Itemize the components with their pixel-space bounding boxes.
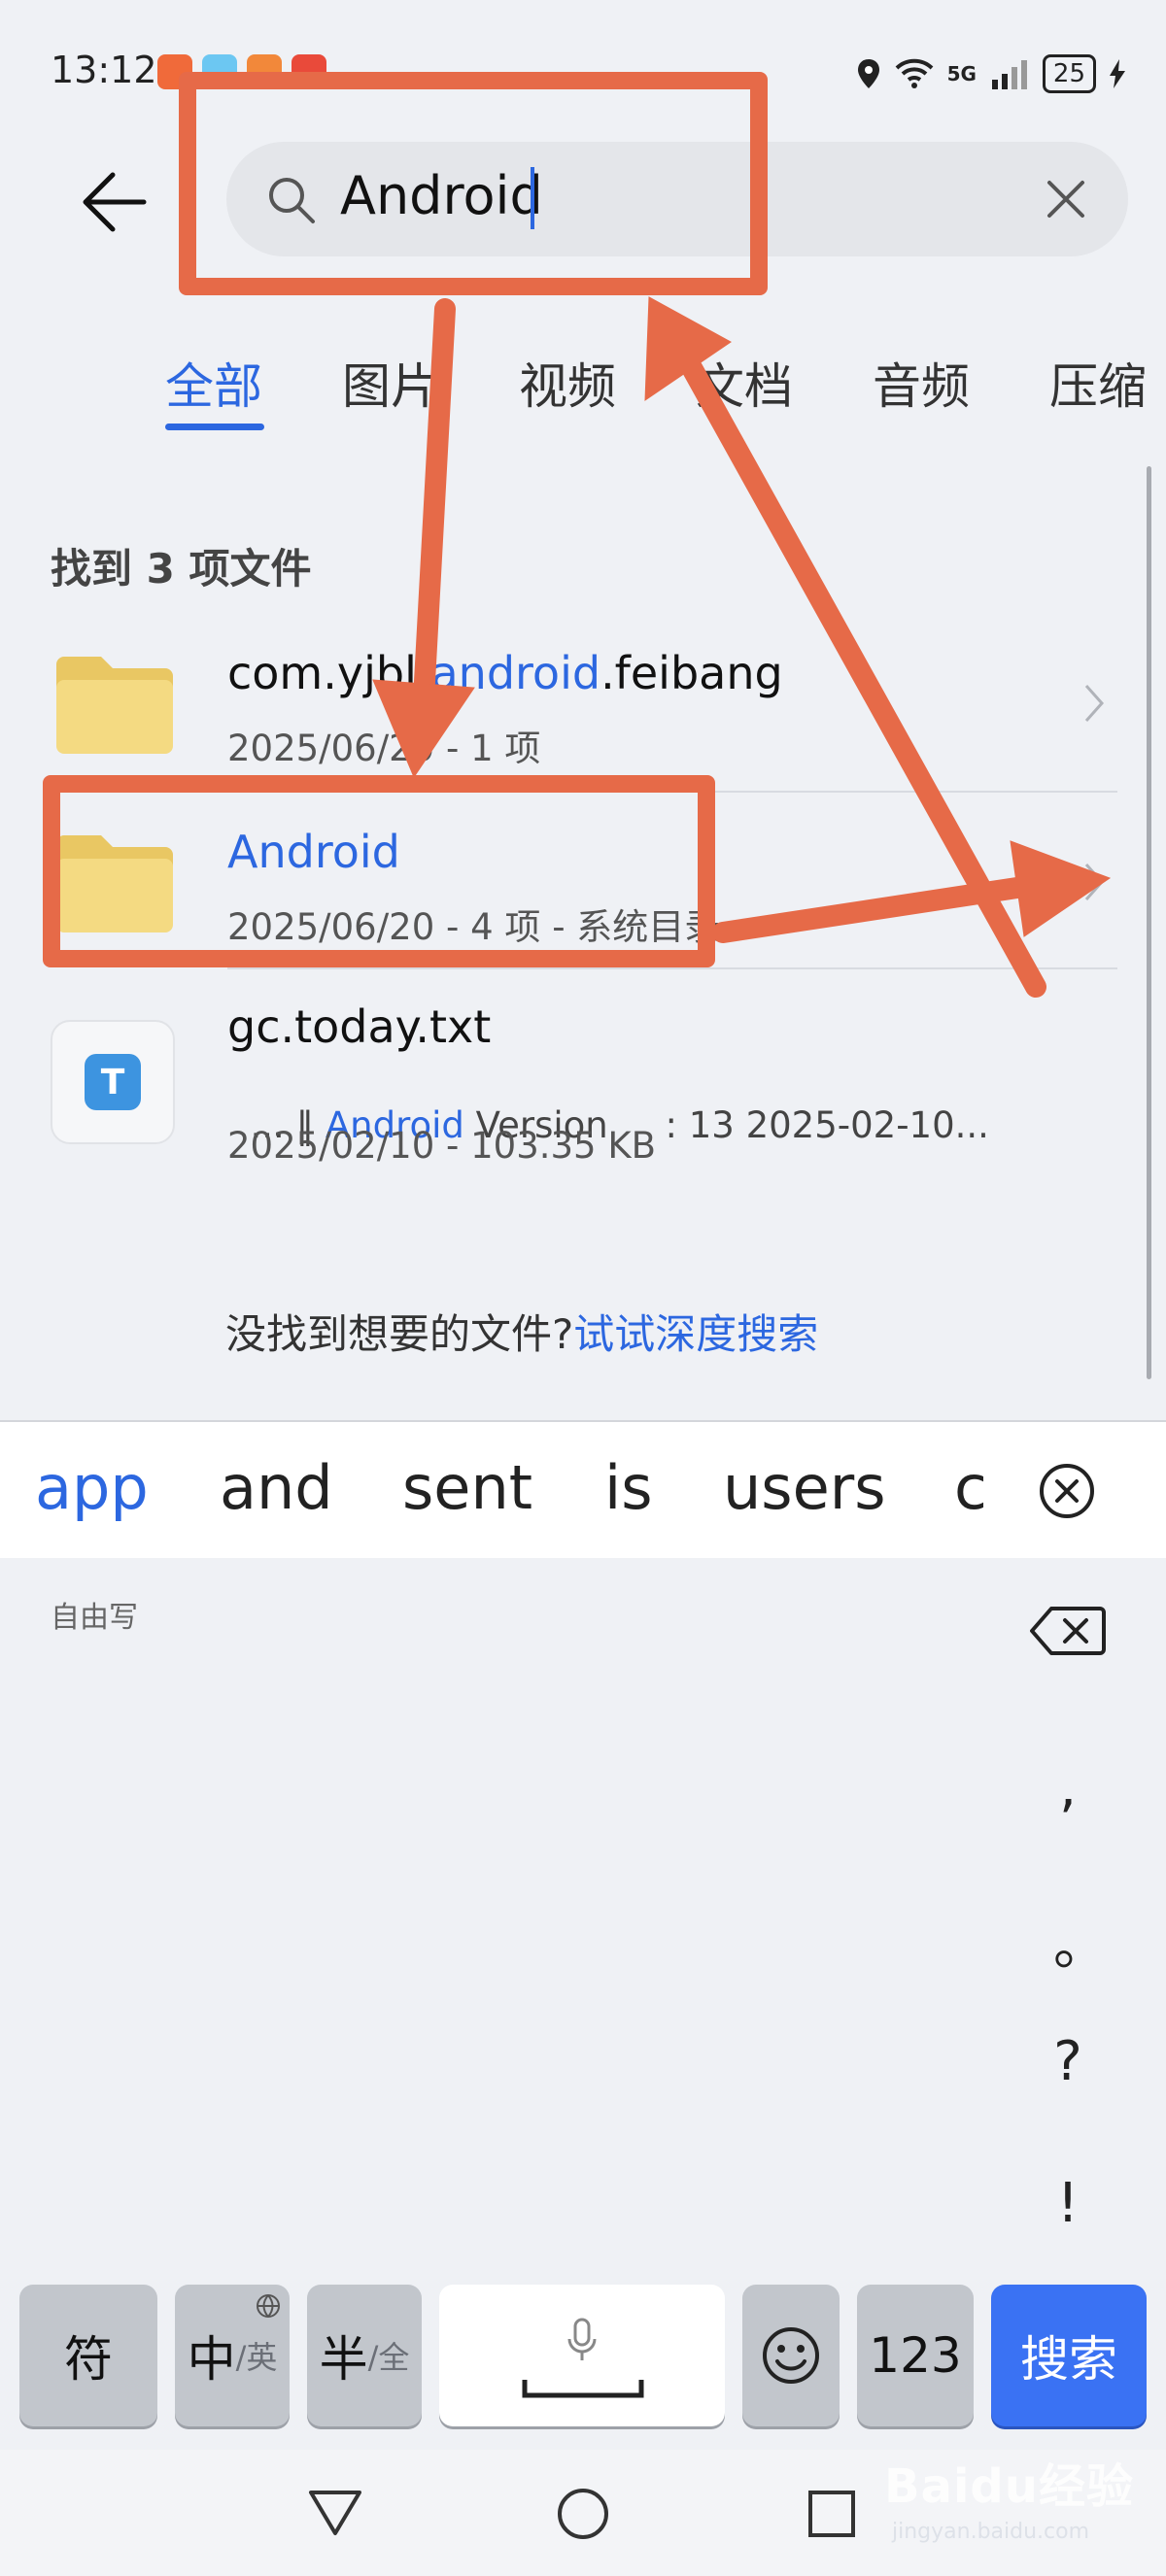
chevron-right-icon[interactable] (1082, 861, 1106, 903)
deep-search-prompt: 没找到想要的文件?试试深度搜索 (225, 1302, 818, 1361)
language-key[interactable]: 中/英 (175, 2285, 290, 2426)
deep-search-text: 没找到想要的文件? (225, 1310, 574, 1358)
folder-icon (56, 657, 173, 754)
scrollbar[interactable] (1147, 466, 1151, 1379)
active-tab-indicator (165, 424, 264, 430)
file-type-badge: T (85, 1054, 141, 1110)
emoji-key[interactable] (742, 2285, 840, 2426)
close-suggestions-icon[interactable] (1038, 1462, 1096, 1520)
suggestion-item[interactable]: app (35, 1452, 149, 1523)
watermark-url: jingyan.baidu.com (892, 2520, 1090, 2544)
location-icon (857, 59, 879, 88)
tab-images[interactable]: 图片 (342, 348, 439, 418)
result-title: gc.today.txt (227, 1000, 492, 1053)
result-title-highlight: android (430, 647, 601, 699)
numbers-key[interactable]: 123 (857, 2285, 974, 2426)
width-key-main: 半 (319, 2331, 368, 2388)
tab-documents[interactable]: 文档 (696, 348, 793, 418)
width-key-alt: /全 (367, 2339, 410, 2376)
emoji-icon (763, 2327, 819, 2384)
symbol-key[interactable]: 符 (19, 2285, 157, 2426)
result-title-text: com.yjbl. (227, 647, 431, 699)
result-title-text: .feibang (600, 647, 783, 699)
tab-videos[interactable]: 视频 (519, 348, 616, 418)
suggestion-item[interactable]: c (954, 1452, 983, 1523)
space-bar-icon (522, 2380, 644, 2398)
backspace-icon[interactable] (1030, 1605, 1106, 1657)
punct-key[interactable]: , (1053, 1756, 1082, 1819)
globe-icon (257, 2294, 280, 2318)
suggestion-bar (0, 1420, 1166, 1560)
deep-search-link[interactable]: 试试深度搜索 (573, 1310, 818, 1358)
network-type: 5G (946, 62, 977, 85)
battery-indicator: 25 (1042, 54, 1096, 93)
language-key-alt: /英 (235, 2339, 278, 2376)
status-time: 13:12 (51, 49, 157, 91)
watermark-logo: Baidu经验 (884, 2459, 1134, 2514)
tab-audio[interactable]: 音频 (873, 348, 970, 418)
suggestion-item[interactable]: sent (402, 1452, 532, 1523)
wifi-icon (895, 58, 933, 88)
result-title: com.yjbl.android.feibang (227, 647, 783, 699)
punct-key[interactable]: ? (1053, 2030, 1082, 2093)
recents-square-icon[interactable] (806, 2489, 857, 2539)
annotation-box-search (179, 72, 768, 295)
chevron-right-icon[interactable] (1082, 682, 1106, 725)
language-key-main: 中 (187, 2331, 236, 2388)
punct-key[interactable]: ! (1053, 2172, 1082, 2235)
suggestion-item[interactable]: is (604, 1452, 653, 1523)
text-file-icon: T (51, 1020, 175, 1144)
status-indicators: 5G 25 (856, 52, 1125, 95)
tab-all[interactable]: 全部 (165, 348, 262, 418)
freewrite-label: 自由写 (51, 1601, 138, 1635)
charging-icon (1110, 59, 1125, 88)
back-arrow-icon[interactable] (76, 163, 154, 241)
signal-icon (991, 60, 1027, 89)
search-key[interactable]: 搜索 (991, 2285, 1147, 2426)
suggestion-item[interactable]: users (723, 1452, 886, 1523)
result-subtitle: 2025/06/20 - 1 项 (227, 728, 541, 769)
annotation-box-result (43, 775, 715, 967)
tab-archives[interactable]: 压缩 (1049, 348, 1166, 418)
width-toggle-key[interactable]: 半/全 (307, 2285, 422, 2426)
home-circle-icon[interactable] (556, 2487, 610, 2541)
space-key[interactable] (439, 2285, 725, 2426)
punct-key[interactable]: 。 (1053, 1902, 1108, 1981)
result-count: 找到 3 项文件 (51, 545, 312, 593)
suggestion-item[interactable]: and (220, 1452, 333, 1523)
back-triangle-icon[interactable] (307, 2489, 363, 2537)
result-subtitle: 2025/02/10 - 103.35 KB (227, 1125, 657, 1167)
microphone-icon (567, 2318, 597, 2360)
close-icon[interactable] (1040, 173, 1092, 225)
